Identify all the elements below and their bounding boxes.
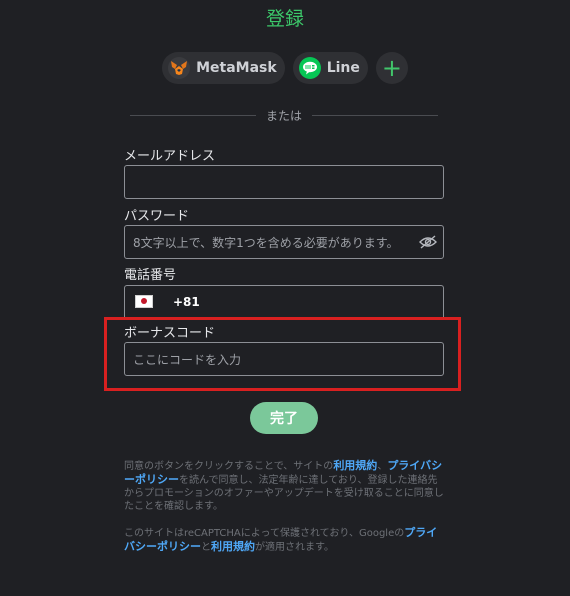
metamask-fox-icon (168, 57, 191, 79)
page-title: 登録 (265, 8, 304, 30)
line-button[interactable]: Line (292, 52, 368, 84)
legal-text: が適用されます。 (255, 542, 334, 553)
google-terms-link[interactable]: 利用規約 (211, 540, 255, 553)
legal-text: このサイトはreCAPTCHAによって保護されており、Googleの (124, 528, 405, 539)
more-login-options-button[interactable]: + (375, 52, 408, 84)
recaptcha-notice: このサイトはreCAPTCHAによって保護されており、Googleのプライバシー… (124, 526, 444, 554)
legal-text: 同意のボタンをクリックすることで、サイトの (124, 461, 334, 472)
divider-line-right (312, 115, 439, 116)
email-label: メールアドレス (124, 149, 216, 164)
highlight-box (104, 317, 461, 391)
social-login-row: MetaMask Line + (0, 52, 570, 84)
legal-separator: と (201, 542, 211, 553)
terms-link[interactable]: 利用規約 (333, 459, 377, 472)
submit-button[interactable]: 完了 (250, 402, 318, 434)
or-divider: または (130, 107, 439, 124)
metamask-button[interactable]: MetaMask (162, 52, 285, 84)
legal-separator: 、 (377, 461, 388, 472)
plus-icon: + (381, 54, 402, 82)
japan-flag-icon[interactable] (135, 295, 153, 308)
eye-slash-icon[interactable] (419, 234, 437, 253)
password-label: パスワード (124, 209, 190, 224)
password-placeholder: 8文字以上で、数字1つを含める必要があります。 (133, 235, 399, 250)
line-label: Line (326, 60, 360, 76)
password-field[interactable]: 8文字以上で、数字1つを含める必要があります。 (124, 225, 444, 259)
legal-terms-text: 同意のボタンをクリックすることで、サイトの利用規約、プライバシーポリシーを読んで… (124, 459, 444, 513)
divider-text: または (266, 109, 303, 123)
country-code: +81 (173, 294, 200, 309)
divider-line-left (130, 115, 256, 116)
email-field[interactable] (124, 165, 444, 199)
phone-label: 電話番号 (124, 268, 177, 283)
metamask-label: MetaMask (196, 60, 277, 76)
line-logo-icon (298, 57, 321, 79)
phone-field[interactable]: +81 (124, 285, 444, 317)
